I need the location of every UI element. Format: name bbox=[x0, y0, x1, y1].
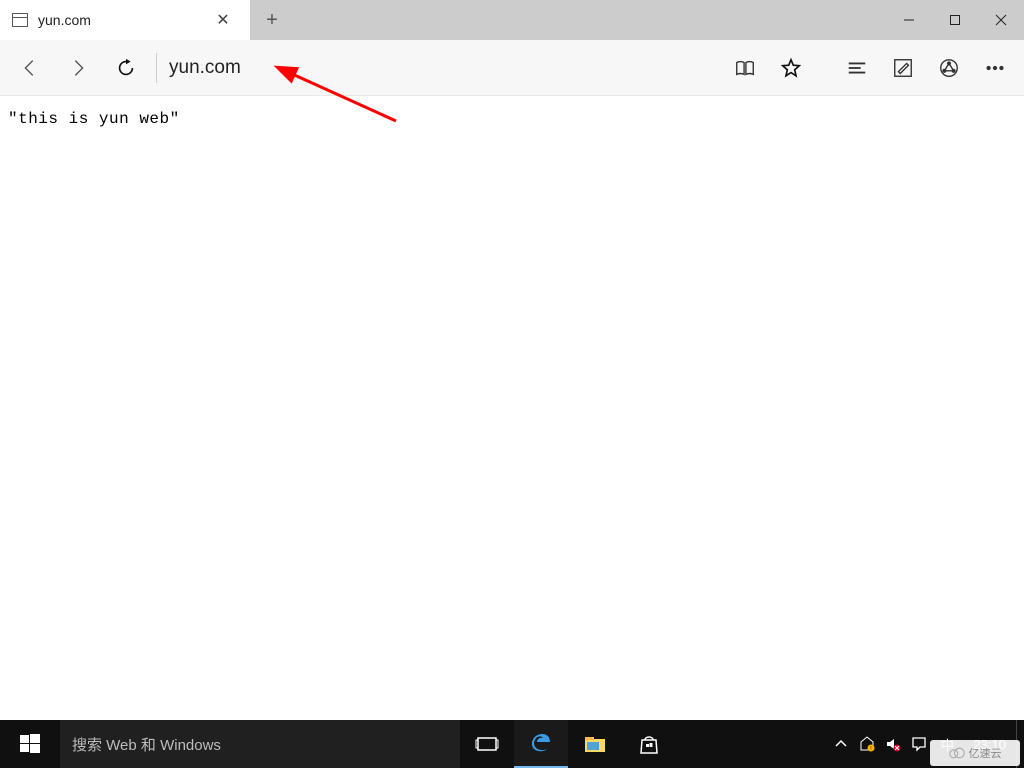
security-icon[interactable]: ! bbox=[859, 736, 875, 752]
taskbar-app-store[interactable] bbox=[622, 720, 676, 768]
action-center-icon[interactable] bbox=[911, 736, 927, 752]
taskbar-search[interactable]: 搜索 Web 和 Windows bbox=[60, 720, 460, 768]
watermark-badge: 亿速云 bbox=[930, 740, 1020, 766]
browser-tab[interactable]: yun.com ✕ bbox=[0, 0, 250, 40]
svg-text:!: ! bbox=[871, 746, 872, 752]
address-input[interactable] bbox=[163, 57, 722, 79]
taskbar-app-edge[interactable] bbox=[514, 720, 568, 768]
reading-view-button[interactable] bbox=[722, 40, 768, 96]
close-tab-button[interactable]: ✕ bbox=[208, 10, 238, 30]
browser-toolbar bbox=[0, 40, 1024, 96]
task-view-button[interactable] bbox=[460, 720, 514, 768]
titlebar-drag-area[interactable] bbox=[294, 0, 886, 40]
start-button[interactable] bbox=[0, 720, 60, 768]
browser-titlebar: yun.com ✕ + bbox=[0, 0, 1024, 40]
search-placeholder: 搜索 Web 和 Windows bbox=[72, 734, 221, 755]
page-body-text: "this is yun web" bbox=[8, 110, 180, 128]
toolbar-right bbox=[722, 40, 1018, 96]
page-content: "this is yun web" bbox=[0, 96, 1024, 142]
tray-overflow-button[interactable] bbox=[833, 736, 849, 752]
toolbar-separator bbox=[156, 53, 157, 83]
page-icon bbox=[12, 13, 28, 27]
watermark-text: 亿速云 bbox=[969, 745, 1002, 761]
web-note-button[interactable] bbox=[880, 40, 926, 96]
taskbar: 搜索 Web 和 Windows ! 中 23:10 bbox=[0, 720, 1024, 768]
maximize-button[interactable] bbox=[932, 0, 978, 40]
taskbar-app-explorer[interactable] bbox=[568, 720, 622, 768]
back-button[interactable] bbox=[6, 40, 54, 96]
new-tab-button[interactable]: + bbox=[250, 0, 294, 40]
minimize-button[interactable] bbox=[886, 0, 932, 40]
share-button[interactable] bbox=[926, 40, 972, 96]
hub-button[interactable] bbox=[834, 40, 880, 96]
tab-title: yun.com bbox=[38, 12, 208, 28]
volume-icon[interactable] bbox=[885, 736, 901, 752]
forward-button[interactable] bbox=[54, 40, 102, 96]
more-button[interactable] bbox=[972, 40, 1018, 96]
refresh-button[interactable] bbox=[102, 40, 150, 96]
close-window-button[interactable] bbox=[978, 0, 1024, 40]
window-controls bbox=[886, 0, 1024, 40]
favorites-button[interactable] bbox=[768, 40, 814, 96]
